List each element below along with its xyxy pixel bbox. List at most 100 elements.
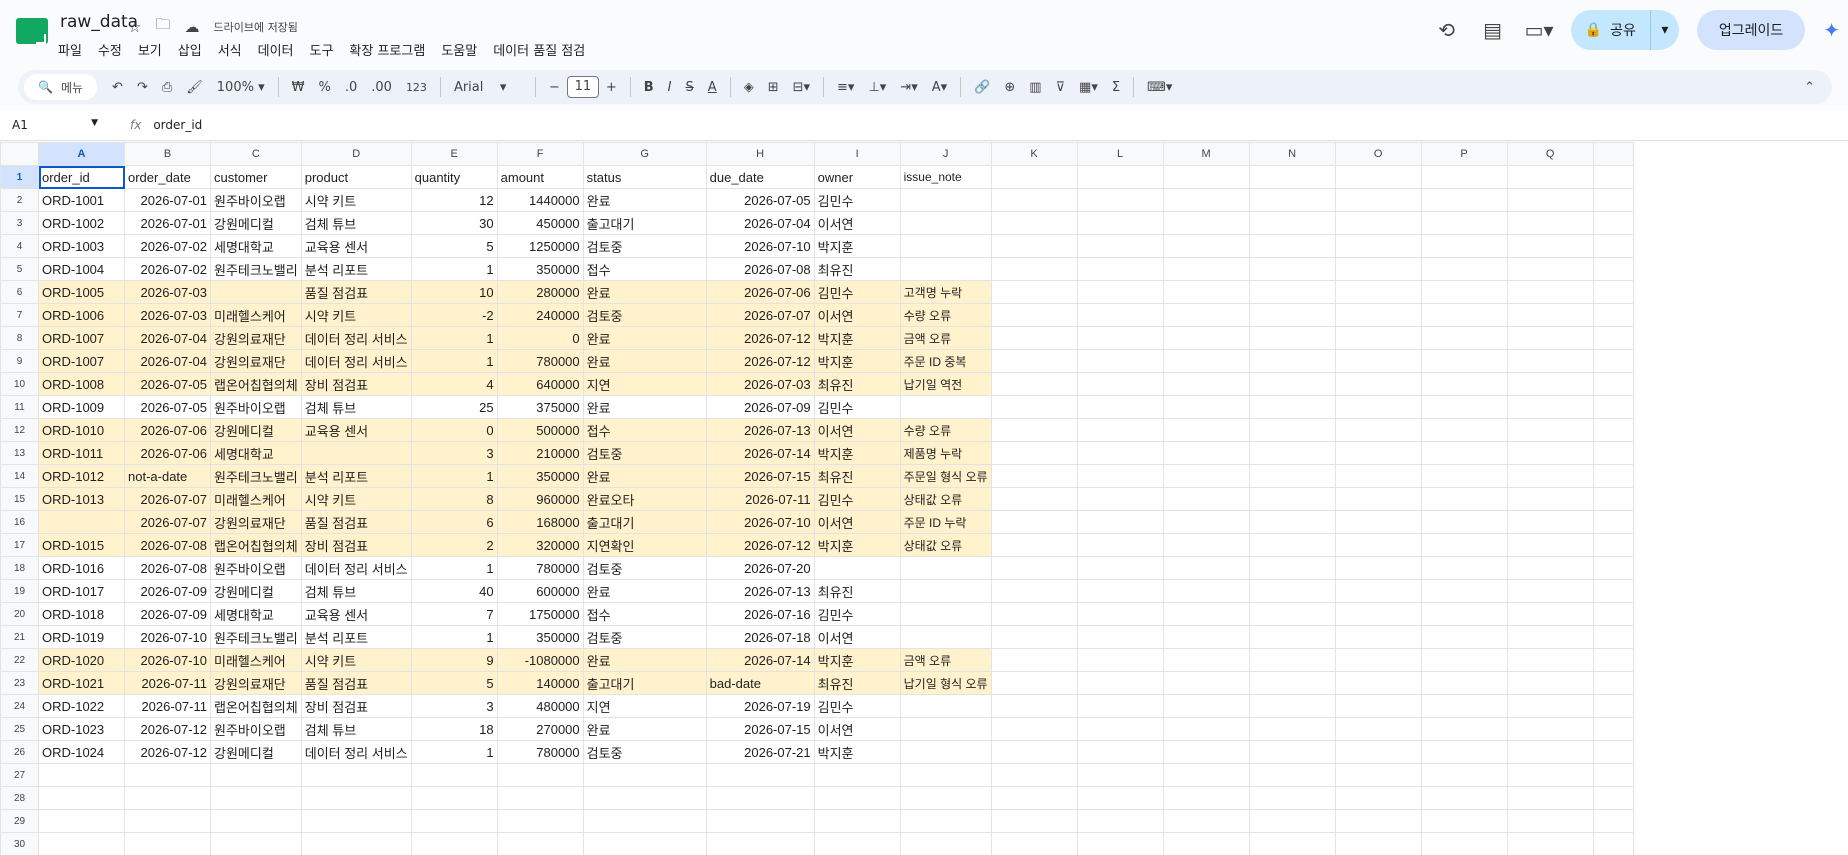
cell[interactable]: 2026-07-01 [124, 211, 211, 235]
cell[interactable]: 주문 ID 누락 [899, 510, 992, 534]
cell[interactable] [899, 717, 992, 741]
cell[interactable]: 수량 오류 [899, 303, 992, 327]
cell[interactable]: 김민수 [813, 395, 901, 419]
cell[interactable]: 김민수 [813, 188, 901, 212]
cell[interactable]: 600000 [496, 579, 584, 603]
cell[interactable] [1420, 372, 1508, 396]
cell[interactable]: 2026-07-12 [705, 326, 815, 350]
cell[interactable] [1506, 211, 1594, 235]
cell[interactable]: 강원의료재단 [210, 326, 302, 350]
cell[interactable] [990, 786, 1078, 810]
menu-item[interactable]: 파일 [52, 40, 88, 59]
cell[interactable] [1162, 533, 1250, 557]
link-icon[interactable]: 🔗 [967, 80, 997, 95]
cell[interactable]: 2026-07-08 [124, 533, 211, 557]
collapse-toolbar-icon[interactable]: ⌃ [1797, 80, 1822, 95]
cell[interactable]: ORD-1021 [38, 671, 125, 695]
cell[interactable] [1420, 395, 1508, 419]
cell[interactable] [1248, 671, 1336, 695]
cell[interactable] [38, 832, 125, 855]
cell[interactable] [1420, 579, 1508, 603]
cell[interactable] [899, 579, 992, 603]
cell[interactable] [1506, 487, 1594, 511]
cell[interactable]: 12 [410, 188, 498, 212]
column-header-d[interactable]: D [300, 142, 412, 166]
cell[interactable] [1506, 625, 1594, 649]
cell[interactable] [1248, 165, 1336, 189]
cell[interactable]: 480000 [496, 694, 584, 718]
cell[interactable]: 지연 [582, 372, 707, 396]
cell[interactable]: 데이터 정리 서비스 [300, 740, 412, 764]
cell[interactable]: ORD-1008 [38, 372, 125, 396]
cell[interactable]: ORD-1020 [38, 648, 125, 672]
cell[interactable] [1162, 694, 1250, 718]
cell[interactable] [1248, 809, 1336, 833]
cell[interactable]: 고객명 누락 [899, 280, 992, 304]
cell[interactable] [1420, 188, 1508, 212]
cell[interactable]: 김민수 [813, 694, 901, 718]
cell[interactable] [1334, 579, 1422, 603]
cell[interactable]: 168000 [496, 510, 584, 534]
cell[interactable] [1334, 257, 1422, 281]
cell[interactable] [1076, 602, 1164, 626]
cell[interactable]: 박지훈 [813, 648, 901, 672]
cell[interactable]: 장비 점검표 [300, 533, 412, 557]
cell[interactable] [813, 556, 901, 580]
input-tools-icon[interactable]: ⌨▾ [1140, 80, 1179, 95]
cell[interactable]: ORD-1010 [38, 418, 125, 442]
cell[interactable] [1506, 464, 1594, 488]
cell[interactable]: 2026-07-12 [705, 533, 815, 557]
row-header[interactable]: 6 [0, 280, 39, 304]
cell[interactable]: 강원의료재단 [210, 671, 302, 695]
cell[interactable] [1076, 349, 1164, 373]
fill-color-icon[interactable]: ◈ [737, 80, 761, 95]
menu-item[interactable]: 삽입 [172, 40, 208, 59]
cell[interactable] [899, 625, 992, 649]
cell[interactable]: 박지훈 [813, 740, 901, 764]
sheets-logo-icon[interactable] [16, 18, 48, 44]
cell[interactable] [1248, 464, 1336, 488]
cell[interactable]: 2026-07-09 [705, 395, 815, 419]
cell[interactable] [1420, 717, 1508, 741]
cell[interactable] [1334, 786, 1422, 810]
cell[interactable]: 품질 점검표 [300, 510, 412, 534]
cell[interactable] [899, 809, 992, 833]
cell[interactable]: 품질 점검표 [300, 280, 412, 304]
cell[interactable]: 원주바이오랩 [210, 188, 302, 212]
cell[interactable]: product [300, 165, 412, 189]
cell[interactable] [1076, 303, 1164, 327]
column-header-f[interactable]: F [496, 142, 584, 166]
cell[interactable]: 상태값 오류 [899, 533, 992, 557]
cell[interactable] [1334, 211, 1422, 235]
cell[interactable]: ORD-1003 [38, 234, 125, 258]
cell[interactable]: 9 [410, 648, 498, 672]
cell[interactable]: 완료오타 [582, 487, 707, 511]
cell[interactable] [1420, 786, 1508, 810]
cell[interactable] [1162, 556, 1250, 580]
cell[interactable]: 미래헬스케어 [210, 487, 302, 511]
cell[interactable]: 2026-07-01 [124, 188, 211, 212]
cell[interactable]: due_date [705, 165, 815, 189]
menu-item[interactable]: 데이터 품질 점검 [487, 40, 591, 59]
cell[interactable] [1248, 395, 1336, 419]
cell[interactable] [1248, 786, 1336, 810]
cell[interactable]: 240000 [496, 303, 584, 327]
cell[interactable] [1162, 602, 1250, 626]
cell[interactable] [899, 211, 992, 235]
cell[interactable]: 상태값 오류 [899, 487, 992, 511]
cell[interactable] [1076, 211, 1164, 235]
cell[interactable] [1076, 257, 1164, 281]
cell[interactable] [1334, 372, 1422, 396]
cell[interactable]: 780000 [496, 556, 584, 580]
cell[interactable] [1420, 510, 1508, 534]
cell[interactable]: ORD-1011 [38, 441, 125, 465]
cell[interactable] [1420, 648, 1508, 672]
cell[interactable] [1420, 694, 1508, 718]
row-header[interactable]: 30 [0, 832, 39, 855]
cell[interactable]: 분석 리포트 [300, 625, 412, 649]
share-button[interactable]: 🔒 공유 ▾ [1570, 10, 1679, 50]
cell[interactable]: 2026-07-04 [124, 326, 211, 350]
cell[interactable] [1506, 832, 1594, 855]
row-header[interactable]: 12 [0, 418, 39, 442]
cell[interactable] [990, 395, 1078, 419]
